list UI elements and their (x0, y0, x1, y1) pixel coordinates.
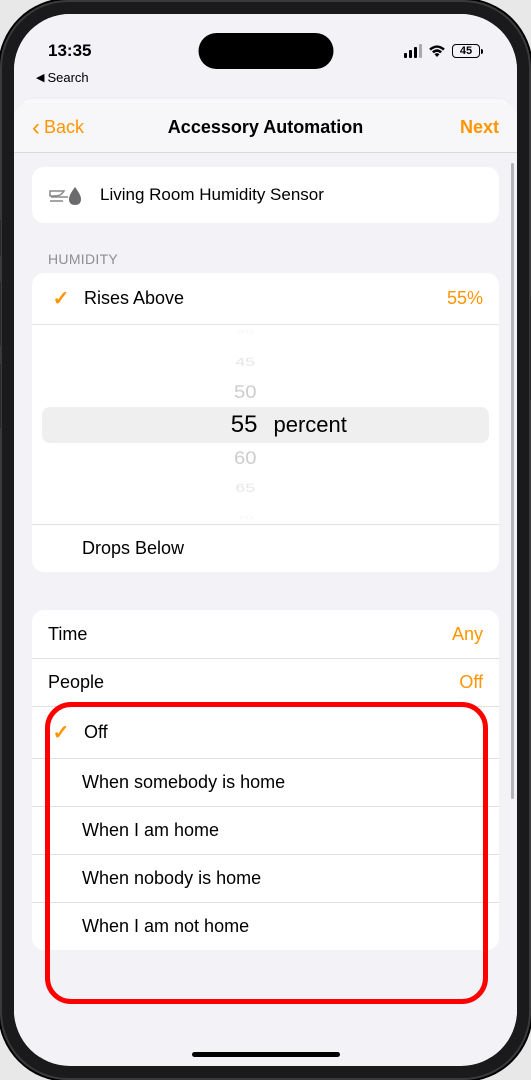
people-option-somebody-home[interactable]: When somebody is home (32, 758, 499, 806)
conditions-card: Time Any People Off ✓ Off When somebody … (32, 610, 499, 950)
picker-option[interactable]: 70 (237, 514, 254, 521)
back-button[interactable]: ‹ Back (32, 116, 84, 140)
chevron-left-icon: ‹ (32, 116, 40, 140)
people-option-off[interactable]: ✓ Off (32, 706, 499, 758)
humidity-section-header: HUMIDITY (48, 251, 499, 267)
page-title: Accessory Automation (168, 117, 363, 138)
people-option-i-am-home[interactable]: When I am home (32, 806, 499, 854)
picker-unit-label: percent (274, 412, 347, 438)
humidity-sensor-icon (48, 181, 86, 209)
scrollbar[interactable] (511, 163, 514, 1047)
picker-wheel[interactable]: 40 45 50 55 60 65 70 (32, 325, 266, 524)
dynamic-island (198, 33, 333, 69)
next-button[interactable]: Next (460, 117, 499, 138)
people-option-label: When I am home (82, 820, 483, 841)
phone-volume-down (0, 364, 1, 428)
modal-sheet: ‹ Back Accessory Automation Next (14, 103, 517, 1057)
accessory-card[interactable]: Living Room Humidity Sensor (32, 167, 499, 223)
people-label: People (48, 672, 459, 693)
rises-above-row[interactable]: ✓ Rises Above 55% (32, 273, 499, 324)
people-option-label: When nobody is home (82, 868, 483, 889)
wifi-icon (428, 44, 446, 58)
accessory-name: Living Room Humidity Sensor (100, 185, 324, 205)
people-option-label: When somebody is home (82, 772, 483, 793)
picker-option[interactable]: 60 (234, 445, 257, 470)
status-indicators: 45 (404, 44, 484, 58)
people-row[interactable]: People Off (32, 658, 499, 706)
home-indicator[interactable] (192, 1052, 340, 1057)
rises-above-value: 55% (447, 288, 483, 309)
picker-option-selected[interactable]: 55 (231, 407, 258, 443)
phone-side-button (0, 220, 1, 256)
breadcrumb-back[interactable]: ◀ Search (14, 70, 517, 95)
drops-below-row[interactable]: Drops Below (32, 524, 499, 572)
status-time: 13:35 (48, 41, 91, 61)
picker-option[interactable]: 65 (235, 480, 255, 496)
time-value: Any (452, 624, 483, 645)
picker-option[interactable]: 45 (235, 354, 255, 370)
people-option-nobody-home[interactable]: When nobody is home (32, 854, 499, 902)
people-value: Off (459, 672, 483, 693)
screen: 13:35 45 ◀ Search (14, 14, 517, 1066)
nav-bar: ‹ Back Accessory Automation Next (14, 103, 517, 153)
humidity-card: ✓ Rises Above 55% 40 45 50 55 60 (32, 273, 499, 572)
drops-below-label: Drops Below (82, 538, 483, 559)
rises-above-label: Rises Above (84, 288, 447, 309)
people-option-label: Off (84, 722, 483, 743)
picker-option[interactable]: 40 (237, 328, 254, 335)
people-option-i-not-home[interactable]: When I am not home (32, 902, 499, 950)
cellular-signal-icon (404, 44, 423, 58)
picker-option[interactable]: 50 (234, 379, 257, 404)
back-label: Back (44, 117, 84, 138)
time-label: Time (48, 624, 452, 645)
people-option-label: When I am not home (82, 916, 483, 937)
humidity-picker[interactable]: 40 45 50 55 60 65 70 percent (32, 324, 499, 524)
phone-frame: 13:35 45 ◀ Search (0, 0, 531, 1080)
time-row[interactable]: Time Any (32, 610, 499, 658)
caret-left-icon: ◀ (36, 71, 44, 84)
check-icon: ✓ (48, 286, 74, 311)
content-scroll[interactable]: Living Room Humidity Sensor HUMIDITY ✓ R… (14, 153, 517, 1057)
battery-level: 45 (460, 45, 472, 57)
battery-indicator: 45 (452, 44, 483, 58)
breadcrumb-label: Search (47, 70, 88, 85)
check-icon: ✓ (48, 720, 74, 745)
phone-volume-up (0, 282, 1, 346)
